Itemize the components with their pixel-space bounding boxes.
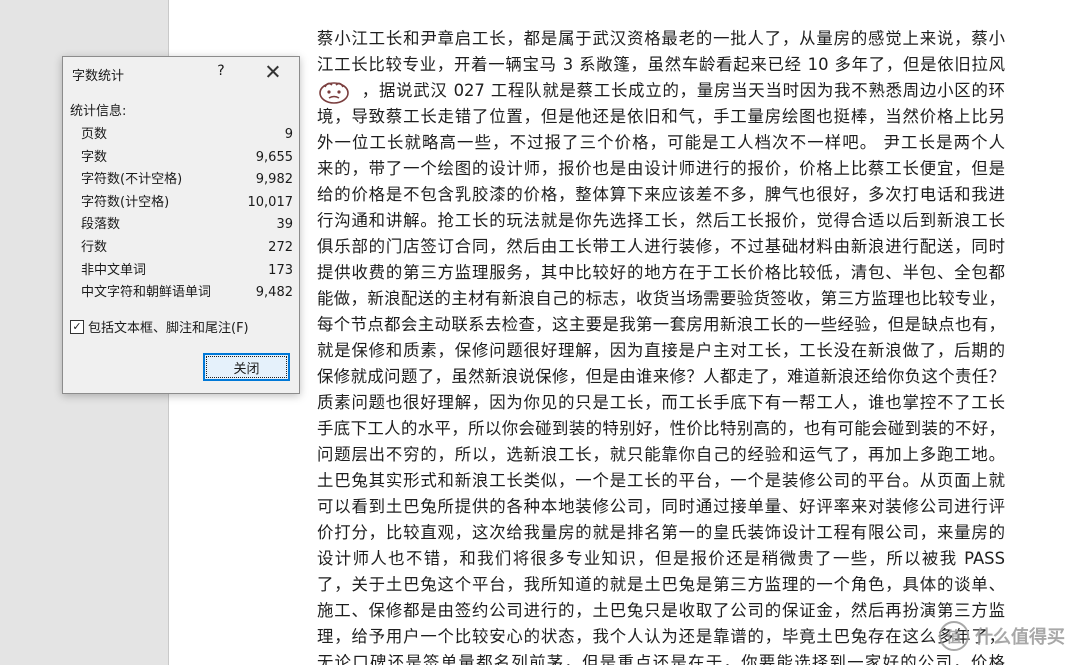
- site-watermark: 值 什么值得买: [939, 621, 1065, 651]
- stat-row-chars-no-spaces: 字符数(不计空格) 9,982: [81, 169, 293, 192]
- stat-label: 非中文单词: [81, 262, 147, 278]
- text-line: 可以看到土巴兔所提供的各种本地装修公司，同时通过接单量、好评率来对装修公司进行评: [317, 497, 1005, 516]
- text-line: 外一位工长就略高一些，不过报了三个价格，可能是工人档次不一样吧。 尹工长是两个人: [317, 133, 1005, 152]
- stat-row-lines: 行数 272: [81, 237, 293, 260]
- stat-label: 页数: [81, 127, 108, 142]
- document-page[interactable]: 蔡小江工长和尹章启工长，都是属于武汉资格最老的一批人了，从量房的感觉上来说，蔡小…: [168, 0, 1080, 665]
- text-line: 了，关于土巴兔这个平台，我所知道的就是土巴兔是第三方监理的一个角色，具体的谈单、: [317, 575, 1005, 594]
- close-icon[interactable]: [263, 62, 283, 82]
- stat-value: 9,655: [255, 149, 293, 165]
- text-line: 设计师人也不错，和我们将很多专业知识，但是报价还是稍微贵了一些，所以被我 PAS…: [317, 549, 1005, 568]
- text-line: 能做，新浪配送的主材有新浪自己的标志，收货当场需要验货签收，第三方监理也比较专业…: [317, 289, 1005, 308]
- text-line-with-sticker: ，据说武汉 027 工程队就是蔡工长成立的，量房当天当时因为我不熟悉周边小区的环: [317, 78, 1005, 104]
- text-line: 问题层出不穷的，所以，选新浪工长，就只能靠你自己的经验和运气了，再加上多跑工地。: [317, 445, 1005, 464]
- stat-value: 173: [268, 262, 293, 278]
- text-line: 土巴兔其实形式和新浪工长类似，一个是工长的平台，一个是装修公司的平台。从页面上就: [317, 471, 1005, 490]
- stats-heading: 统计信息:: [70, 104, 127, 119]
- text-line: 提供收费的第三方监理服务，其中比较好的地方在于工长价格比较低，清包、半包、全包都: [317, 263, 1005, 282]
- word-count-dialog[interactable]: 字数统计 ? 统计信息: 页数 9 字数 9,655 字符数(不计空格) 9,982 …: [62, 56, 300, 394]
- stat-label: 中文字符和朝鲜语单词: [81, 285, 212, 301]
- stat-row-words: 字数 9,655: [81, 147, 293, 170]
- text-line: 江工长比较专业，开着一辆宝马 3 系敞篷，虽然车龄看起来已经 10 多年了，但是…: [317, 55, 1005, 74]
- text-line: 就是保修和质素，保修问题很好理解，因为直接是户主对工长，工长没在新浪做了，后期的: [317, 341, 1005, 360]
- stat-value: 9,982: [255, 172, 293, 188]
- text-line: 给的价格是不包含乳胶漆的价格，整体算下来应该差不多，脾气也很好，多次打电话和我进: [317, 185, 1005, 204]
- stat-label: 字符数(计空格): [81, 194, 170, 210]
- text-line: 蔡小江工长和尹章启工长，都是属于武汉资格最老的一批人了，从量房的感觉上来说，蔡小: [317, 29, 1005, 48]
- stat-label: 段落数: [81, 217, 121, 233]
- stat-row-pages: 页数 9: [81, 124, 293, 147]
- stat-value: 10,017: [247, 194, 294, 210]
- close-button-label: 关闭: [206, 356, 287, 378]
- text-line: 保修就成问题了，虽然新浪说保修，但是由谁来修？人都走了，难道新浪还给你负这个责任…: [317, 367, 1005, 386]
- stat-row-non-chinese-words: 非中文单词 173: [81, 260, 293, 283]
- text-line: [317, 0, 1005, 26]
- watermark-logo-icon: 值: [939, 621, 969, 651]
- checkbox-icon[interactable]: ✓: [70, 319, 84, 334]
- stat-label: 行数: [81, 239, 108, 255]
- text-line: 施工、保修都是由签约公司进行的，土巴兔只是收取了公司的保证金，然后再扮演第三方监: [317, 601, 1005, 620]
- stat-label: 字符数(不计空格): [81, 172, 183, 188]
- text-line: 无论口碑还是签单量都名列前茅，但是重点还是在于，你要能选择到一家好的公司，价格: [317, 653, 1005, 665]
- stat-value: 272: [268, 239, 293, 255]
- text-line: 行沟通和讲解。抢工长的玩法就是你先选择工长，然后工长报价，觉得合适以后到新浪工长: [317, 211, 1005, 230]
- stat-label: 字数: [81, 149, 108, 165]
- text-line: 价打分，比较直观，这次给我量房的就是排名第一的皇氏装饰设计工程有限公司，来量房的: [317, 523, 1005, 542]
- stat-row-paragraphs: 段落数 39: [81, 214, 293, 237]
- stats-list: 页数 9 字数 9,655 字符数(不计空格) 9,982 字符数(计空格) 10,01…: [81, 124, 293, 305]
- text-line: 手底下工人的水平，所以你会碰到装的特别好，性价比特别高的，也有可能会碰到装的不好…: [317, 419, 1005, 438]
- text-line: 俱乐部的门店签订合同，然后由工长带工人进行装修，不过基础材料由新浪进行配送，同时: [317, 237, 1005, 256]
- stat-value: 9,482: [255, 285, 293, 301]
- stat-value: 39: [276, 217, 293, 233]
- close-button[interactable]: 关闭: [203, 353, 290, 381]
- text-line: 每个节点都会主动联系去检查，这主要是我第一套房用新浪工长的一些经验，但是缺点也有…: [317, 315, 1005, 334]
- text-line: 质素问题也很好理解，因为你见的只是工长，而工长手底下有一帮工人，谁也掌控不了工长: [317, 393, 1005, 412]
- watermark-text: 什么值得买: [975, 627, 1065, 648]
- stat-row-chars-with-spaces: 字符数(计空格) 10,017: [81, 192, 293, 215]
- dialog-title: 字数统计: [72, 69, 125, 84]
- include-textboxes-checkbox[interactable]: ✓ 包括文本框、脚注和尾注(F): [70, 317, 249, 336]
- document-text[interactable]: 蔡小江工长和尹章启工长，都是属于武汉资格最老的一批人了，从量房的感觉上来说，蔡小…: [317, 0, 1005, 665]
- text-line: 来的，带了一个绘图的设计师，报价也是由设计师进行的报价，价格上比蔡工长便宜，但是: [317, 159, 1005, 178]
- stat-row-chinese-chars: 中文字符和朝鲜语单词 9,482: [81, 282, 293, 305]
- sticker-face-icon: [319, 81, 349, 104]
- checkbox-label: 包括文本框、脚注和尾注(F): [88, 321, 249, 336]
- text-line: 理，给予用户一个比较安心的状态，我个人认为还是靠谱的，毕竟土巴兔存在这么多年了，: [317, 627, 1005, 646]
- text-line: 境，导致蔡工长走错了位置，但是他还是依旧和气，手工量房绘图也挺棒，当然价格上比另: [317, 107, 1005, 126]
- help-button[interactable]: ?: [213, 63, 229, 79]
- stat-value: 9: [284, 127, 293, 142]
- text-line-content: ，据说武汉 027 工程队就是蔡工长成立的，量房当天当时因为我不熟悉周边小区的环: [361, 81, 1005, 100]
